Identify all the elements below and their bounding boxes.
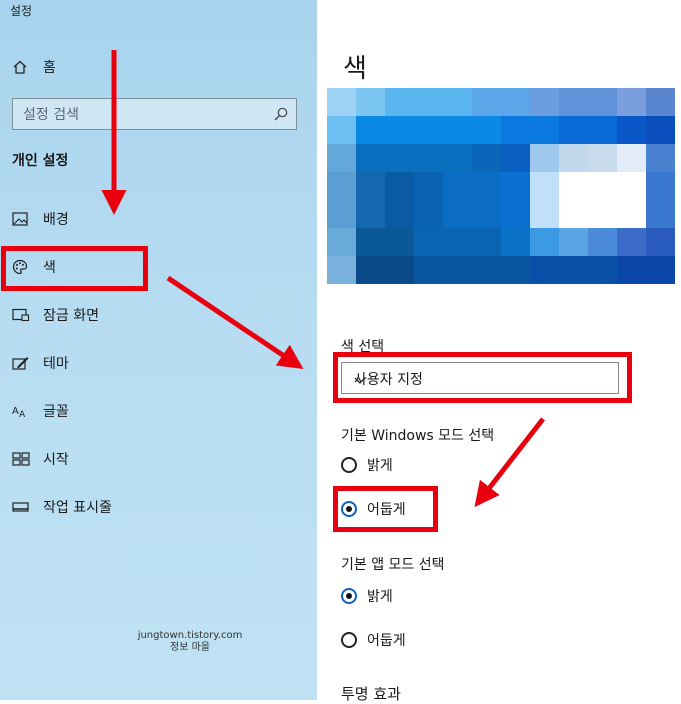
- radio-circle-selected[interactable]: [341, 588, 357, 604]
- font-icon: AA: [12, 404, 34, 418]
- highlight-box-dropdown: [333, 352, 632, 403]
- highlight-box-color-item: [1, 246, 148, 291]
- sidebar-item-start[interactable]: 시작: [12, 446, 69, 472]
- home-icon: [12, 59, 34, 75]
- windows-mode-light-radio[interactable]: 밝게: [341, 454, 393, 476]
- app-mode-light-radio[interactable]: 밝게: [341, 585, 393, 607]
- watermark-url: jungtown.tistory.com: [137, 630, 243, 641]
- svg-text:A: A: [12, 406, 19, 417]
- radio-label: 밝게: [367, 458, 393, 474]
- settings-search-box[interactable]: [12, 98, 297, 130]
- sidebar-item-label: 글꼴: [43, 404, 69, 420]
- radio-label: 어둡게: [367, 633, 406, 649]
- watermark: jungtown.tistory.com 정보 마을: [120, 630, 260, 654]
- sidebar-item-label: 잠금 화면: [43, 308, 99, 324]
- sidebar-item-background[interactable]: 배경: [12, 206, 69, 232]
- color-preview-image: [327, 88, 675, 284]
- sidebar-item-theme[interactable]: 테마: [12, 350, 69, 376]
- sidebar-item-label: 테마: [43, 356, 69, 372]
- sidebar-item-label: 작업 표시줄: [43, 500, 112, 516]
- sidebar-item-fonts[interactable]: AA 글꼴: [12, 398, 69, 424]
- section-title: 개인 설정: [12, 153, 69, 169]
- radio-circle[interactable]: [341, 457, 357, 473]
- picture-icon: [12, 212, 34, 226]
- svg-text:A: A: [19, 410, 26, 418]
- sidebar-item-lock-screen[interactable]: 잠금 화면: [12, 302, 99, 328]
- start-icon: [12, 452, 34, 466]
- sidebar-item-label: 홈: [43, 60, 56, 76]
- window-title: 설정: [10, 4, 33, 18]
- watermark-caption: 정보 마을: [170, 642, 210, 653]
- taskbar-icon: [12, 501, 34, 513]
- windows-mode-label: 기본 Windows 모드 선택: [341, 428, 495, 444]
- sidebar-item-label: 배경: [43, 212, 69, 228]
- sidebar-item-taskbar[interactable]: 작업 표시줄: [12, 494, 112, 520]
- sidebar-item-home[interactable]: 홈: [12, 54, 56, 80]
- sidebar: 설정 홈 개인 설정 배경 색 잠금 화면 테마: [0, 0, 317, 700]
- sidebar-item-label: 시작: [43, 452, 69, 468]
- radio-circle[interactable]: [341, 632, 357, 648]
- app-mode-label: 기본 앱 모드 선택: [341, 557, 445, 573]
- lock-screen-icon: [12, 308, 34, 322]
- highlight-box-dark-radio: [333, 486, 438, 532]
- search-icon[interactable]: [273, 106, 289, 126]
- radio-label: 밝게: [367, 589, 393, 605]
- theme-icon: [12, 355, 34, 371]
- app-mode-dark-radio[interactable]: 어둡게: [341, 629, 406, 651]
- search-input[interactable]: [21, 104, 275, 126]
- main-panel: 색 색 선택 사용자 지정 기본 Windows 모드 선택 밝게 어둡게 기본…: [317, 0, 681, 703]
- page-title: 색: [343, 54, 367, 84]
- transparency-label: 투명 효과: [341, 685, 401, 703]
